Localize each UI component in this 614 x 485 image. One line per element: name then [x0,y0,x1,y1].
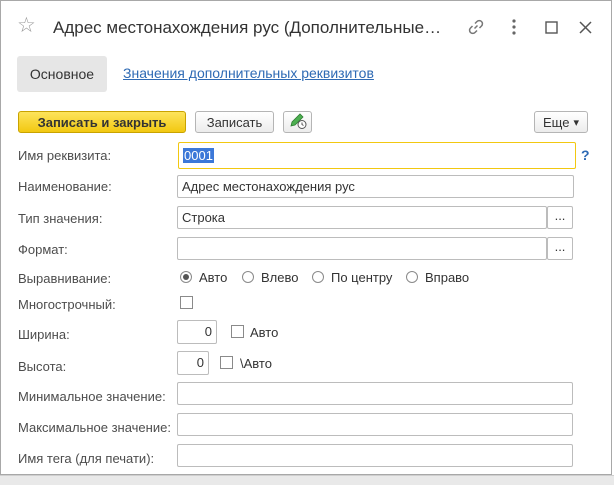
more-vertical-icon[interactable] [501,14,527,40]
align-right-radio[interactable] [406,271,418,283]
save-button[interactable]: Записать [195,111,274,133]
multiline-checkbox[interactable] [180,296,193,309]
pencil-clock-icon [289,112,307,132]
type-label: Тип значения: [18,211,103,226]
height-input[interactable]: 0 [177,351,209,375]
max-input[interactable] [177,413,573,436]
tab-additional-values-link[interactable]: Значения дополнительных реквизитов [123,65,374,81]
align-left-radio[interactable] [242,271,254,283]
height-label: Высота: [18,359,67,374]
type-input[interactable]: Строка [177,206,547,229]
max-label: Максимальное значение: [18,420,171,435]
align-center-label[interactable]: По центру [331,270,392,285]
star-icon[interactable]: ☆ [17,15,36,37]
multiline-label: Многострочный: [18,297,116,312]
width-auto-checkbox[interactable] [231,325,244,338]
height-auto-checkbox[interactable] [220,356,233,369]
format-select-button[interactable]: ... [547,237,573,260]
format-input[interactable] [177,237,547,260]
more-button[interactable]: Еще ▾ [534,111,588,133]
tag-label: Имя тега (для печати): [18,451,155,466]
edit-history-button[interactable] [283,111,312,133]
width-auto-label[interactable]: Авто [250,325,278,340]
align-auto-radio[interactable] [180,271,192,283]
min-input[interactable] [177,382,573,405]
window-title: Адрес местонахождения рус (Дополнительны… [53,18,443,37]
format-label: Формат: [18,242,68,257]
more-button-label: Еще [543,114,570,130]
tab-main[interactable]: Основное [17,56,107,92]
name-label: Имя реквизита: [18,148,112,163]
save-and-close-button[interactable]: Записать и закрыть [18,111,186,133]
align-center-radio[interactable] [312,271,324,283]
title-input[interactable]: Адрес местонахождения рус [177,175,574,198]
chevron-down-icon: ▾ [573,116,579,129]
background-strip [0,475,614,485]
align-label: Выравнивание: [18,271,112,286]
close-icon[interactable] [572,14,598,40]
link-icon[interactable] [463,14,489,40]
align-right-label[interactable]: Вправо [425,270,469,285]
min-label: Минимальное значение: [18,389,166,404]
help-icon[interactable]: ? [581,147,590,163]
type-select-button[interactable]: ... [547,206,573,229]
width-input[interactable]: 0 [177,320,217,344]
height-auto-label[interactable]: \Авто [240,356,272,371]
dialog-window: ☆ Адрес местонахождения рус (Дополнитель… [0,0,612,475]
width-label: Ширина: [18,327,70,342]
align-left-label[interactable]: Влево [261,270,298,285]
align-auto-label[interactable]: Авто [199,270,227,285]
name-input[interactable]: 0001 [178,142,576,169]
maximize-icon[interactable] [538,14,564,40]
title-label: Наименование: [18,179,112,194]
tag-input[interactable] [177,444,573,467]
name-value: 0001 [183,148,214,163]
